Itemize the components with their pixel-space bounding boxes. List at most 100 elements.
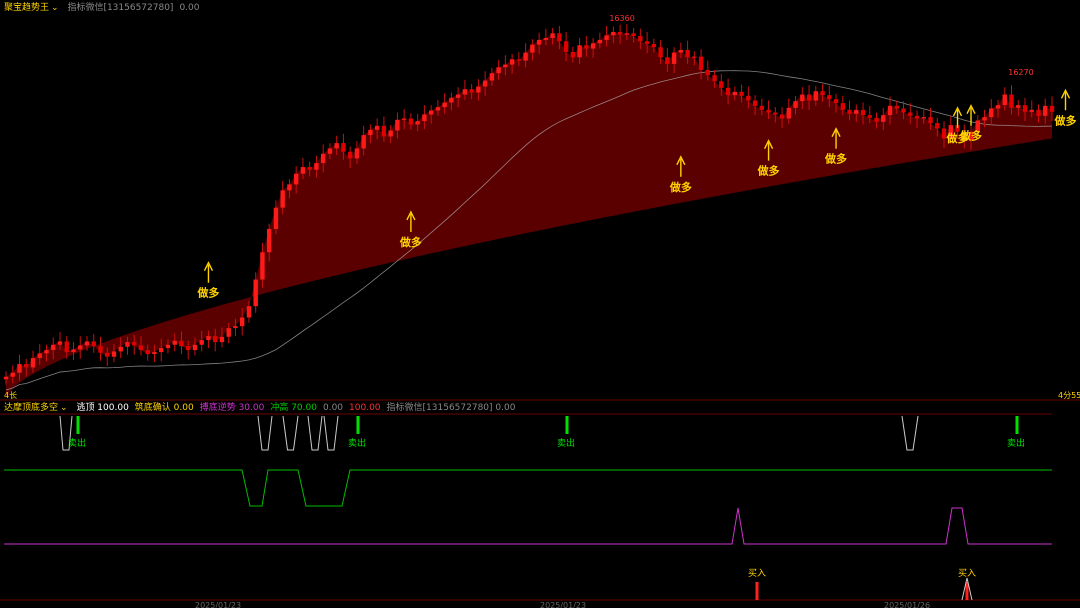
candle-body (388, 130, 393, 137)
chart-canvas[interactable]: 1636016270做多做多做多做多做多做多做多做多做多4长4分55卖出卖出卖出… (0, 0, 1080, 608)
candle-body (658, 47, 663, 58)
candle-body (118, 346, 123, 352)
candle-body (509, 59, 515, 65)
candle-body (773, 112, 778, 115)
candle-body (1049, 105, 1055, 112)
escape-top-line (323, 415, 339, 451)
long-signal-label: 做多 (669, 180, 692, 194)
long-signal-label: 做多 (196, 286, 219, 300)
candle-body (611, 31, 616, 36)
candle-body (51, 344, 56, 351)
buy-label: 买入 (958, 568, 976, 579)
candle-body (530, 44, 535, 53)
candle-body (455, 94, 461, 98)
candle-body (226, 328, 231, 337)
candle-body (374, 125, 380, 130)
candle-body (719, 81, 724, 88)
candle-body (739, 91, 744, 96)
candle-body (644, 41, 650, 44)
candle-body (159, 348, 164, 353)
candle-body (536, 39, 542, 45)
candle-body (847, 109, 852, 114)
candle-body (260, 252, 265, 280)
candle-body (597, 39, 603, 44)
candle-body (334, 143, 339, 149)
candle-body (327, 148, 333, 154)
candle-body (665, 57, 670, 64)
candle-body (725, 87, 731, 96)
candle-body (705, 69, 711, 76)
candle-body (273, 207, 279, 229)
candle-body (624, 33, 630, 35)
candle-body (1009, 94, 1014, 108)
candle-body (401, 118, 407, 120)
buy-label: 买入 (748, 568, 766, 579)
candle-body (1043, 105, 1048, 116)
candle-body (692, 56, 697, 58)
candle-body (820, 91, 825, 96)
candle-body (71, 349, 76, 353)
candle-body (982, 117, 987, 121)
candle-body (503, 64, 508, 68)
candle-body (496, 67, 501, 74)
candle-body (833, 99, 839, 104)
candle-body (1016, 105, 1021, 108)
escape-top-line (257, 415, 273, 451)
candle-body (287, 184, 292, 191)
candle-body (145, 350, 150, 355)
candle-body (523, 52, 528, 61)
candle-body (10, 372, 15, 377)
candle-body (887, 105, 893, 116)
candle-body (827, 95, 832, 100)
candle-body (806, 94, 812, 101)
candle-body (165, 344, 171, 349)
sell-bar (76, 416, 80, 434)
candle-body (381, 125, 387, 137)
candle-body (577, 45, 582, 58)
candle-body (30, 358, 36, 368)
candle-body (671, 52, 677, 64)
sell-label: 卖出 (557, 437, 575, 449)
candle-body (105, 352, 110, 357)
candle-body (678, 49, 684, 53)
candle-body (921, 117, 926, 119)
candle-body (219, 336, 225, 343)
candle-body (1022, 105, 1028, 112)
sell-bar (565, 416, 569, 434)
candle-body (368, 129, 373, 136)
candle-body (779, 114, 785, 119)
candle-body (860, 109, 866, 116)
candle-body (935, 123, 940, 129)
candle-body (759, 105, 765, 110)
candle-body (435, 107, 441, 111)
candle-body (138, 345, 144, 351)
escape-top-line (282, 415, 299, 451)
candle-body (192, 344, 198, 351)
candle-body (617, 31, 623, 35)
candle-body (813, 91, 819, 101)
candle-body (786, 107, 792, 119)
candle-body (132, 342, 137, 346)
candle-body (482, 80, 488, 87)
candle-body (638, 35, 643, 42)
candle-body (341, 143, 346, 152)
candle-body (415, 121, 420, 125)
candle-body (874, 117, 879, 122)
candle-body (111, 351, 117, 357)
candle-body (901, 108, 906, 113)
candle-body (449, 97, 454, 103)
candle-body (631, 33, 636, 36)
high-price-label: 16360 (609, 14, 634, 23)
candle-body (908, 112, 913, 116)
candle-body (84, 341, 90, 346)
candle-body (253, 279, 258, 307)
candle-body (206, 336, 211, 341)
candle-body (172, 340, 177, 345)
candle-body (928, 117, 933, 124)
candle-body (408, 118, 414, 125)
candle-body (98, 346, 103, 353)
candle-body (489, 73, 495, 81)
candle-body (746, 95, 751, 101)
candle-body (422, 114, 427, 122)
candle-body (213, 336, 218, 343)
